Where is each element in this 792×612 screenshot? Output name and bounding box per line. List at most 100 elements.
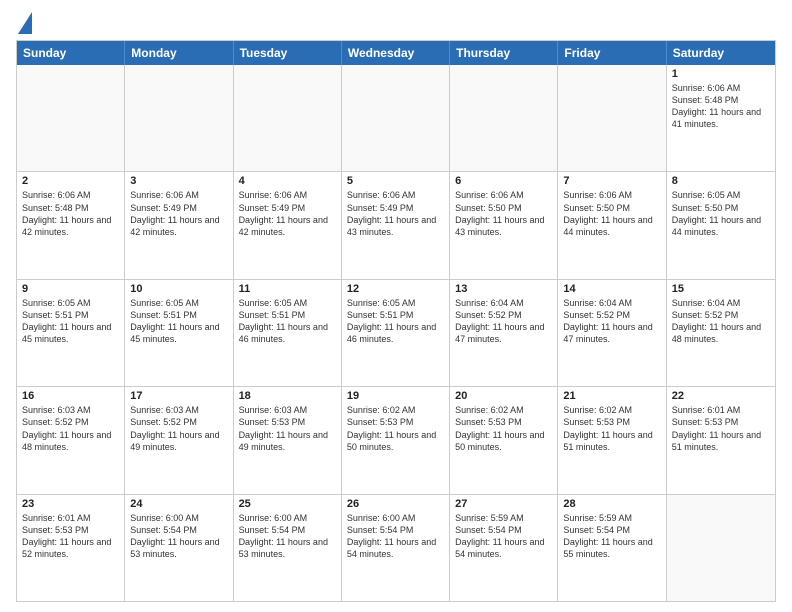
day-info: Sunrise: 6:06 AM Sunset: 5:48 PM Dayligh… <box>672 82 770 131</box>
calendar-row-3: 16 Sunrise: 6:03 AM Sunset: 5:52 PM Dayli… <box>17 386 775 493</box>
day-number: 22 <box>672 390 770 402</box>
day-number: 4 <box>239 175 336 187</box>
day-number: 21 <box>563 390 660 402</box>
day-info: Sunrise: 6:06 AM Sunset: 5:48 PM Dayligh… <box>22 189 119 238</box>
day-number: 28 <box>563 498 660 510</box>
day-number: 10 <box>130 283 227 295</box>
day-cell-14: 14 Sunrise: 6:04 AM Sunset: 5:52 PM Dayli… <box>558 280 666 386</box>
weekday-header-friday: Friday <box>558 41 666 65</box>
day-info: Sunrise: 6:01 AM Sunset: 5:53 PM Dayligh… <box>22 512 119 561</box>
day-info: Sunrise: 6:06 AM Sunset: 5:49 PM Dayligh… <box>347 189 444 238</box>
day-cell-24: 24 Sunrise: 6:00 AM Sunset: 5:54 PM Dayli… <box>125 495 233 601</box>
weekday-header-thursday: Thursday <box>450 41 558 65</box>
day-info: Sunrise: 6:05 AM Sunset: 5:51 PM Dayligh… <box>22 297 119 346</box>
day-number: 3 <box>130 175 227 187</box>
day-info: Sunrise: 6:03 AM Sunset: 5:52 PM Dayligh… <box>22 404 119 453</box>
day-number: 2 <box>22 175 119 187</box>
day-number: 6 <box>455 175 552 187</box>
logo-triangle-icon <box>18 12 32 34</box>
day-number: 14 <box>563 283 660 295</box>
day-info: Sunrise: 5:59 AM Sunset: 5:54 PM Dayligh… <box>563 512 660 561</box>
day-cell-7: 7 Sunrise: 6:06 AM Sunset: 5:50 PM Daylig… <box>558 172 666 278</box>
day-info: Sunrise: 6:04 AM Sunset: 5:52 PM Dayligh… <box>672 297 770 346</box>
day-number: 27 <box>455 498 552 510</box>
day-number: 13 <box>455 283 552 295</box>
day-info: Sunrise: 6:00 AM Sunset: 5:54 PM Dayligh… <box>130 512 227 561</box>
day-info: Sunrise: 6:02 AM Sunset: 5:53 PM Dayligh… <box>347 404 444 453</box>
day-info: Sunrise: 6:01 AM Sunset: 5:53 PM Dayligh… <box>672 404 770 453</box>
day-number: 11 <box>239 283 336 295</box>
day-number: 24 <box>130 498 227 510</box>
day-cell-17: 17 Sunrise: 6:03 AM Sunset: 5:52 PM Dayli… <box>125 387 233 493</box>
day-cell-22: 22 Sunrise: 6:01 AM Sunset: 5:53 PM Dayli… <box>667 387 775 493</box>
day-number: 19 <box>347 390 444 402</box>
day-number: 16 <box>22 390 119 402</box>
page-header <box>16 12 776 34</box>
day-info: Sunrise: 5:59 AM Sunset: 5:54 PM Dayligh… <box>455 512 552 561</box>
day-cell-28: 28 Sunrise: 5:59 AM Sunset: 5:54 PM Dayli… <box>558 495 666 601</box>
day-cell-19: 19 Sunrise: 6:02 AM Sunset: 5:53 PM Dayli… <box>342 387 450 493</box>
day-cell-empty-4-6 <box>667 495 775 601</box>
day-info: Sunrise: 6:05 AM Sunset: 5:50 PM Dayligh… <box>672 189 770 238</box>
day-info: Sunrise: 6:03 AM Sunset: 5:52 PM Dayligh… <box>130 404 227 453</box>
day-number: 9 <box>22 283 119 295</box>
day-info: Sunrise: 6:05 AM Sunset: 5:51 PM Dayligh… <box>130 297 227 346</box>
day-cell-6: 6 Sunrise: 6:06 AM Sunset: 5:50 PM Daylig… <box>450 172 558 278</box>
day-cell-16: 16 Sunrise: 6:03 AM Sunset: 5:52 PM Dayli… <box>17 387 125 493</box>
weekday-header-tuesday: Tuesday <box>234 41 342 65</box>
day-number: 7 <box>563 175 660 187</box>
weekday-header-saturday: Saturday <box>667 41 775 65</box>
calendar: SundayMondayTuesdayWednesdayThursdayFrid… <box>16 40 776 602</box>
day-info: Sunrise: 6:06 AM Sunset: 5:50 PM Dayligh… <box>455 189 552 238</box>
day-number: 23 <box>22 498 119 510</box>
day-info: Sunrise: 6:00 AM Sunset: 5:54 PM Dayligh… <box>347 512 444 561</box>
day-info: Sunrise: 6:04 AM Sunset: 5:52 PM Dayligh… <box>455 297 552 346</box>
day-number: 8 <box>672 175 770 187</box>
calendar-row-0: 1 Sunrise: 6:06 AM Sunset: 5:48 PM Daylig… <box>17 65 775 171</box>
day-cell-empty-0-4 <box>450 65 558 171</box>
day-cell-4: 4 Sunrise: 6:06 AM Sunset: 5:49 PM Daylig… <box>234 172 342 278</box>
day-info: Sunrise: 6:05 AM Sunset: 5:51 PM Dayligh… <box>239 297 336 346</box>
weekday-header-wednesday: Wednesday <box>342 41 450 65</box>
day-number: 15 <box>672 283 770 295</box>
day-cell-25: 25Sunrise: 6:00 AM Sunset: 5:54 PM Dayli… <box>234 495 342 601</box>
day-cell-10: 10 Sunrise: 6:05 AM Sunset: 5:51 PM Dayli… <box>125 280 233 386</box>
day-number: 1 <box>672 68 770 80</box>
day-cell-12: 12 Sunrise: 6:05 AM Sunset: 5:51 PM Dayli… <box>342 280 450 386</box>
day-info: Sunrise: 6:02 AM Sunset: 5:53 PM Dayligh… <box>455 404 552 453</box>
day-info: Sunrise: 6:06 AM Sunset: 5:50 PM Dayligh… <box>563 189 660 238</box>
day-info: Sunrise: 6:05 AM Sunset: 5:51 PM Dayligh… <box>347 297 444 346</box>
day-number: 17 <box>130 390 227 402</box>
calendar-header: SundayMondayTuesdayWednesdayThursdayFrid… <box>17 41 775 65</box>
calendar-body: 1 Sunrise: 6:06 AM Sunset: 5:48 PM Daylig… <box>17 65 775 601</box>
day-number: 18 <box>239 390 336 402</box>
day-cell-5: 5 Sunrise: 6:06 AM Sunset: 5:49 PM Daylig… <box>342 172 450 278</box>
day-info: Sunrise: 6:03 AM Sunset: 5:53 PM Dayligh… <box>239 404 336 453</box>
day-cell-15: 15 Sunrise: 6:04 AM Sunset: 5:52 PM Dayli… <box>667 280 775 386</box>
day-cell-2: 2 Sunrise: 6:06 AM Sunset: 5:48 PM Daylig… <box>17 172 125 278</box>
calendar-row-4: 23 Sunrise: 6:01 AM Sunset: 5:53 PM Dayli… <box>17 494 775 601</box>
day-number: 5 <box>347 175 444 187</box>
day-cell-13: 13 Sunrise: 6:04 AM Sunset: 5:52 PM Dayli… <box>450 280 558 386</box>
day-info: Sunrise: 6:06 AM Sunset: 5:49 PM Dayligh… <box>130 189 227 238</box>
day-number: 26 <box>347 498 444 510</box>
day-number: 20 <box>455 390 552 402</box>
day-info: Sunrise: 6:04 AM Sunset: 5:52 PM Dayligh… <box>563 297 660 346</box>
weekday-header-sunday: Sunday <box>17 41 125 65</box>
day-cell-27: 27 Sunrise: 5:59 AM Sunset: 5:54 PM Dayli… <box>450 495 558 601</box>
day-number: 12 <box>347 283 444 295</box>
day-info: Sunrise: 6:06 AM Sunset: 5:49 PM Dayligh… <box>239 189 336 238</box>
calendar-row-1: 2 Sunrise: 6:06 AM Sunset: 5:48 PM Daylig… <box>17 171 775 278</box>
day-cell-23: 23 Sunrise: 6:01 AM Sunset: 5:53 PM Dayli… <box>17 495 125 601</box>
day-info: Sunrise: 6:02 AM Sunset: 5:53 PM Dayligh… <box>563 404 660 453</box>
day-cell-3: 3 Sunrise: 6:06 AM Sunset: 5:49 PM Daylig… <box>125 172 233 278</box>
day-cell-20: 20 Sunrise: 6:02 AM Sunset: 5:53 PM Dayli… <box>450 387 558 493</box>
day-cell-21: 21 Sunrise: 6:02 AM Sunset: 5:53 PM Dayli… <box>558 387 666 493</box>
day-cell-11: 11 Sunrise: 6:05 AM Sunset: 5:51 PM Dayli… <box>234 280 342 386</box>
logo <box>16 16 32 34</box>
day-cell-8: 8 Sunrise: 6:05 AM Sunset: 5:50 PM Daylig… <box>667 172 775 278</box>
day-cell-empty-0-5 <box>558 65 666 171</box>
day-cell-18: 18 Sunrise: 6:03 AM Sunset: 5:53 PM Dayli… <box>234 387 342 493</box>
day-cell-empty-0-2 <box>234 65 342 171</box>
day-number: 25 <box>239 498 336 510</box>
